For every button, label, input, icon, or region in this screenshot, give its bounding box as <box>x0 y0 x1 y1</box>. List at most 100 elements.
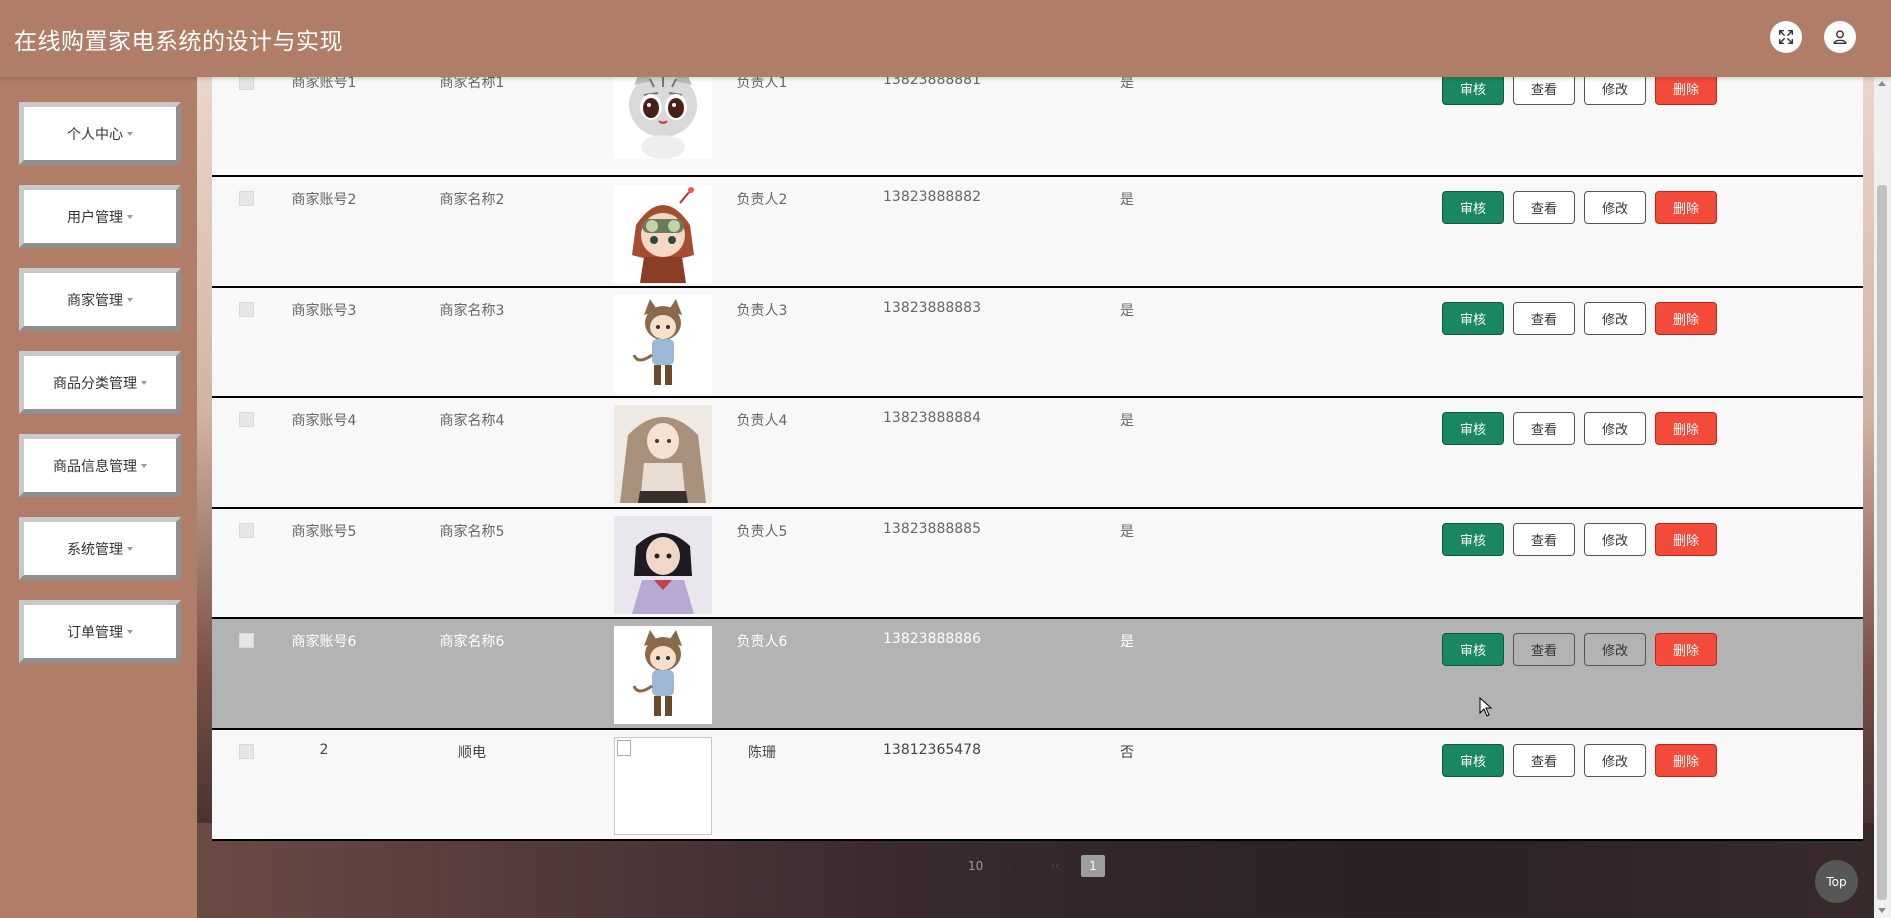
caret-down-icon <box>127 131 133 136</box>
cell-account: 商家账号3 <box>291 303 357 319</box>
cell-person: 负责人2 <box>736 192 788 208</box>
view-button[interactable]: 查看 <box>1513 523 1575 556</box>
cell-phone: 13823888885 <box>883 521 981 537</box>
cell-name: 商家名称3 <box>439 303 505 319</box>
cell-person: 负责人6 <box>736 634 788 650</box>
view-button[interactable]: 查看 <box>1513 633 1575 666</box>
top-header: 在线购置家电系统的设计与实现 <box>0 0 1891 77</box>
sidebar-item-label: 用户管理 <box>67 209 123 226</box>
caret-down-icon <box>127 546 133 551</box>
table-row[interactable]: 商家账号3 商家名称3 负责人3 13823888883 是 审核 查看 修改 … <box>212 288 1863 398</box>
cell-status: 否 <box>1120 745 1134 761</box>
cell-name: 商家名称6 <box>439 634 505 650</box>
back-to-top-button[interactable]: Top <box>1815 860 1858 903</box>
cat-character-image <box>614 65 712 159</box>
cell-name: 顺电 <box>458 745 486 761</box>
audit-button[interactable]: 审核 <box>1442 302 1504 335</box>
sidebar-item-label: 系统管理 <box>67 541 123 558</box>
sidebar-item-merchant-management[interactable]: 商家管理 <box>19 268 181 331</box>
view-button[interactable]: 查看 <box>1513 191 1575 224</box>
audit-button[interactable]: 审核 <box>1442 191 1504 224</box>
fullscreen-button[interactable] <box>1770 21 1802 53</box>
audit-button[interactable]: 审核 <box>1442 633 1504 666</box>
app-title: 在线购置家电系统的设计与实现 <box>14 29 343 55</box>
mouse-cursor-icon <box>1479 697 1493 717</box>
row-checkbox[interactable] <box>239 633 254 648</box>
caret-down-icon <box>141 380 147 385</box>
user-icon <box>1833 30 1847 44</box>
cell-account: 2 <box>319 742 329 758</box>
cell-phone: 13823888886 <box>883 631 981 647</box>
edit-button[interactable]: 修改 <box>1584 191 1646 224</box>
delete-button[interactable]: 删除 <box>1655 633 1717 666</box>
cell-phone: 13823888884 <box>883 410 981 426</box>
cell-person: 陈珊 <box>748 745 776 761</box>
scroll-down-arrow-icon[interactable] <box>1878 908 1886 913</box>
cell-status: 是 <box>1120 192 1134 208</box>
merchant-photo <box>614 185 712 283</box>
row-checkbox[interactable] <box>239 744 254 759</box>
cell-phone: 13823888882 <box>883 189 981 205</box>
sidebar-item-label: 个人中心 <box>67 126 123 143</box>
edit-button[interactable]: 修改 <box>1584 302 1646 335</box>
table-row[interactable]: 商家账号1 商家名称1 负责人1 13823888881 是 审核 查看 修改 <box>212 65 1863 177</box>
merchant-photo <box>614 405 712 503</box>
table-row[interactable]: 商家账号5 商家名称5 负责人5 13823888885 是 审核 查看 修改 … <box>212 509 1863 619</box>
table-row[interactable]: 商家账号2 商家名称2 负责人2 13823888882 是 审核 查看 修改 … <box>212 177 1863 288</box>
caret-down-icon <box>127 214 133 219</box>
sidebar-item-label: 商品分类管理 <box>53 375 137 392</box>
sidebar-item-label: 商品信息管理 <box>53 458 137 475</box>
scroll-up-arrow-icon[interactable] <box>1878 81 1886 86</box>
row-checkbox[interactable] <box>239 412 254 427</box>
cell-name: 商家名称5 <box>439 524 505 540</box>
sidebar-item-category-management[interactable]: 商品分类管理 <box>19 351 181 414</box>
delete-button[interactable]: 删除 <box>1655 523 1717 556</box>
sidebar-item-order-management[interactable]: 订单管理 <box>19 600 181 663</box>
cell-status: 是 <box>1120 524 1134 540</box>
table-row[interactable]: 2 顺电 陈珊 13812365478 否 审核 查看 修改 删除 <box>212 730 1863 841</box>
fullscreen-icon <box>1778 29 1794 45</box>
audit-button[interactable]: 审核 <box>1442 523 1504 556</box>
table-row[interactable]: 商家账号6 商家名称6 负责人6 13823888886 是 审核 查看 修改 … <box>212 619 1863 730</box>
table-row[interactable]: 商家账号4 商家名称4 负责人4 13823888884 是 审核 查看 修改 … <box>212 398 1863 509</box>
edit-button[interactable]: 修改 <box>1584 523 1646 556</box>
delete-button[interactable]: 删除 <box>1655 744 1717 777</box>
page-number-button[interactable]: 1 <box>1081 855 1105 877</box>
chevron-down-icon: ⌄ <box>1010 859 1020 873</box>
delete-button[interactable]: 删除 <box>1655 412 1717 445</box>
delete-button[interactable]: 删除 <box>1655 191 1717 224</box>
sidebar-item-product-management[interactable]: 商品信息管理 <box>19 434 181 497</box>
page-size-select[interactable]: 10 ⌄ <box>962 855 1026 877</box>
cell-status: 是 <box>1120 634 1134 650</box>
user-avatar-button[interactable] <box>1824 21 1856 53</box>
long-hair-girl-image <box>614 405 712 503</box>
scrollbar-thumb[interactable] <box>1877 185 1887 900</box>
audit-button[interactable]: 审核 <box>1442 744 1504 777</box>
row-checkbox[interactable] <box>239 75 254 90</box>
cell-status: 是 <box>1120 413 1134 429</box>
merchant-photo <box>614 626 712 724</box>
prev-page-button[interactable]: ‹‹ <box>1044 855 1066 877</box>
edit-button[interactable]: 修改 <box>1584 633 1646 666</box>
girl-goggles-image <box>614 185 712 283</box>
audit-button[interactable]: 审核 <box>1442 412 1504 445</box>
view-button[interactable]: 查看 <box>1513 744 1575 777</box>
sidebar-item-user-management[interactable]: 用户管理 <box>19 185 181 248</box>
view-button[interactable]: 查看 <box>1513 302 1575 335</box>
catboy-image <box>614 626 712 724</box>
short-hair-girl-image <box>614 516 712 614</box>
merchant-photo <box>614 295 712 393</box>
cell-person: 负责人4 <box>736 413 788 429</box>
cell-account: 商家账号5 <box>291 524 357 540</box>
row-checkbox[interactable] <box>239 523 254 538</box>
caret-down-icon <box>127 629 133 634</box>
edit-button[interactable]: 修改 <box>1584 744 1646 777</box>
delete-button[interactable]: 删除 <box>1655 302 1717 335</box>
row-checkbox[interactable] <box>239 302 254 317</box>
sidebar-item-system-management[interactable]: 系统管理 <box>19 517 181 580</box>
edit-button[interactable]: 修改 <box>1584 412 1646 445</box>
sidebar-item-label: 商家管理 <box>67 292 123 309</box>
row-checkbox[interactable] <box>239 191 254 206</box>
view-button[interactable]: 查看 <box>1513 412 1575 445</box>
sidebar-item-personal-center[interactable]: 个人中心 <box>19 102 181 165</box>
